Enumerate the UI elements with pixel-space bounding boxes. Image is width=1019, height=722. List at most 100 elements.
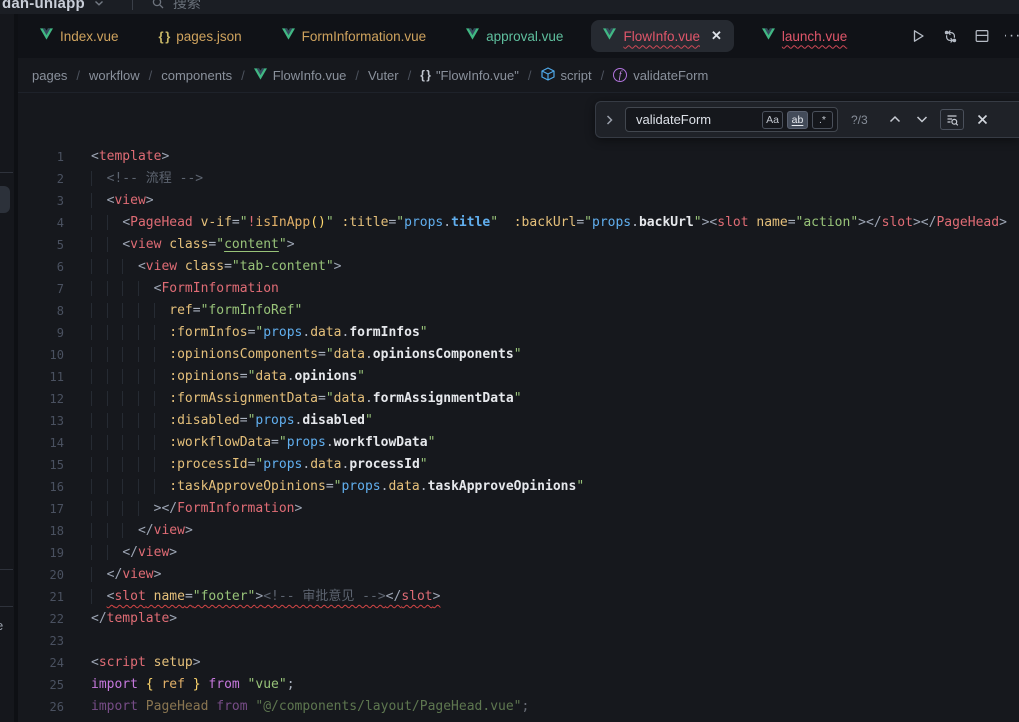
line-number[interactable]: 26	[18, 696, 64, 718]
code-line-11[interactable]: 11 :opinions="data.opinions"	[18, 366, 1019, 388]
code-line-15[interactable]: 15 :processId="props.data.processId"	[18, 454, 1019, 476]
line-number[interactable]: 1	[18, 146, 64, 168]
tab-FlowInfo.vue[interactable]: FlowInfo.vue✕	[591, 20, 733, 52]
code-line-12[interactable]: 12 :formAssignmentData="data.formAssignm…	[18, 388, 1019, 410]
line-number[interactable]: 16	[18, 476, 64, 498]
line-number[interactable]: 3	[18, 190, 64, 212]
breadcrumb-item-components[interactable]: components	[161, 68, 232, 83]
line-number[interactable]: 14	[18, 432, 64, 454]
find-expand-chevron-icon[interactable]	[602, 114, 616, 126]
code-line-25[interactable]: 25 import { ref } from "vue";	[18, 674, 1019, 696]
line-number[interactable]: 12	[18, 388, 64, 410]
code-line-8[interactable]: 8 ref="formInfoRef"	[18, 300, 1019, 322]
code-line-16[interactable]: 16 :taskApproveOpinions="props.data.task…	[18, 476, 1019, 498]
indent-guide	[122, 391, 138, 406]
line-number[interactable]: 23	[18, 630, 64, 652]
line-number[interactable]: 15	[18, 454, 64, 476]
tab-Index.vue[interactable]: Index.vue	[28, 20, 131, 52]
tab-approval.vue[interactable]: approval.vue	[454, 20, 575, 52]
line-number[interactable]: 6	[18, 256, 64, 278]
indent-guide	[138, 435, 154, 450]
line-number[interactable]: 21	[18, 586, 64, 608]
code-line-13[interactable]: 13 :disabled="props.disabled"	[18, 410, 1019, 432]
find-in-selection-button[interactable]	[940, 109, 964, 130]
breadcrumb-item-workflow[interactable]: workflow	[89, 68, 140, 83]
breadcrumb-item-pages[interactable]: pages	[32, 68, 67, 83]
code-line-9[interactable]: 9 :formInfos="props.data.formInfos"	[18, 322, 1019, 344]
code-line-20[interactable]: 20 </view>	[18, 564, 1019, 586]
whole-word-button[interactable]: ab	[787, 111, 808, 129]
close-tab-button[interactable]: ✕	[711, 28, 722, 44]
indent-guide	[107, 259, 123, 274]
indent-guide	[138, 325, 154, 340]
run-icon[interactable]	[909, 27, 927, 45]
code-line-4[interactable]: 4 <PageHead v-if="!isInApp()" :title="pr…	[18, 212, 1019, 234]
line-number[interactable]: 25	[18, 674, 64, 696]
code-line-5[interactable]: 5 <view class="content">	[18, 234, 1019, 256]
indent-guide	[91, 589, 107, 604]
find-input[interactable]	[634, 111, 758, 128]
code-line-14[interactable]: 14 :workflowData="props.workflowData"	[18, 432, 1019, 454]
left-sidebar-strip: e	[0, 14, 18, 722]
tab-label: pages.json	[176, 29, 241, 44]
regex-button[interactable]: .*	[812, 111, 833, 129]
code-line-7[interactable]: 7 <FormInformation	[18, 278, 1019, 300]
code-line-18[interactable]: 18 </view>	[18, 520, 1019, 542]
code-line-26[interactable]: 26import PageHead from "@/components/lay…	[18, 696, 1019, 718]
breadcrumb-item-FlowInfo.vue[interactable]: { }"FlowInfo.vue"	[420, 68, 519, 83]
project-name[interactable]: dan-uniapp	[2, 0, 85, 12]
code-line-3[interactable]: 3 <view>	[18, 190, 1019, 212]
breadcrumb-item-Vuter[interactable]: Vuter	[368, 68, 399, 83]
compare-changes-icon[interactable]	[941, 27, 959, 45]
line-number[interactable]: 24	[18, 652, 64, 674]
breadcrumb-item-script[interactable]: script	[541, 67, 592, 84]
code-line-23[interactable]: 23	[18, 630, 1019, 652]
vue-icon	[254, 68, 267, 83]
tab-pages.json[interactable]: { }pages.json	[147, 22, 254, 51]
line-number[interactable]: 9	[18, 322, 64, 344]
tab-label: FormInformation.vue	[302, 29, 427, 44]
global-search-field[interactable]: 搜索	[173, 0, 201, 13]
line-number[interactable]: 17	[18, 498, 64, 520]
tab-launch.vue[interactable]: launch.vue	[750, 20, 859, 52]
match-case-button[interactable]: Aa	[762, 111, 783, 129]
line-number[interactable]: 4	[18, 212, 64, 234]
line-number[interactable]: 22	[18, 608, 64, 630]
line-number[interactable]: 11	[18, 366, 64, 388]
line-number[interactable]: 20	[18, 564, 64, 586]
line-content: import { ref } from "vue";	[91, 674, 295, 696]
code-line-2[interactable]: 2 <!-- 流程 -->	[18, 168, 1019, 190]
line-number[interactable]: 8	[18, 300, 64, 322]
line-number[interactable]: 7	[18, 278, 64, 300]
code-line-17[interactable]: 17 ></FormInformation>	[18, 498, 1019, 520]
previous-match-button[interactable]	[886, 111, 904, 129]
next-match-button[interactable]	[913, 111, 931, 129]
line-number[interactable]: 2	[18, 168, 64, 190]
code-line-10[interactable]: 10 :opinionsComponents="data.opinionsCom…	[18, 344, 1019, 366]
more-actions-icon[interactable]: ···	[1005, 27, 1019, 45]
strip-activity-item[interactable]	[0, 186, 10, 213]
code-line-21[interactable]: 21 <slot name="footer"><!-- 审批意见 --></sl…	[18, 586, 1019, 608]
line-content: <script setup>	[91, 652, 201, 674]
error-squiggle-span: <slot name="footer"><!-- 审批意见 --></slot>	[107, 589, 441, 604]
code-line-1[interactable]: 1<template>	[18, 146, 1019, 168]
code-line-22[interactable]: 22</template>	[18, 608, 1019, 630]
code-line-24[interactable]: 24 <script setup>	[18, 652, 1019, 674]
find-widget: Aa ab .* ?/3	[595, 101, 1019, 138]
line-number[interactable]: 5	[18, 234, 64, 256]
line-number[interactable]: 10	[18, 344, 64, 366]
line-number[interactable]: 18	[18, 520, 64, 542]
code-line-6[interactable]: 6 <view class="tab-content">	[18, 256, 1019, 278]
chevron-down-icon[interactable]	[94, 0, 104, 12]
split-editor-icon[interactable]	[973, 27, 991, 45]
indent-guide	[154, 347, 170, 362]
tab-FormInformation.vue[interactable]: FormInformation.vue	[270, 20, 439, 52]
breadcrumb-item-validateForm[interactable]: fvalidateForm	[613, 68, 708, 83]
code-line-19[interactable]: 19 </view>	[18, 542, 1019, 564]
indent-guide	[138, 369, 154, 384]
line-number[interactable]: 19	[18, 542, 64, 564]
close-find-button[interactable]	[973, 111, 991, 129]
breadcrumb-item-FlowInfo.vue[interactable]: FlowInfo.vue	[254, 68, 347, 83]
indent-guide	[91, 281, 107, 296]
line-number[interactable]: 13	[18, 410, 64, 432]
